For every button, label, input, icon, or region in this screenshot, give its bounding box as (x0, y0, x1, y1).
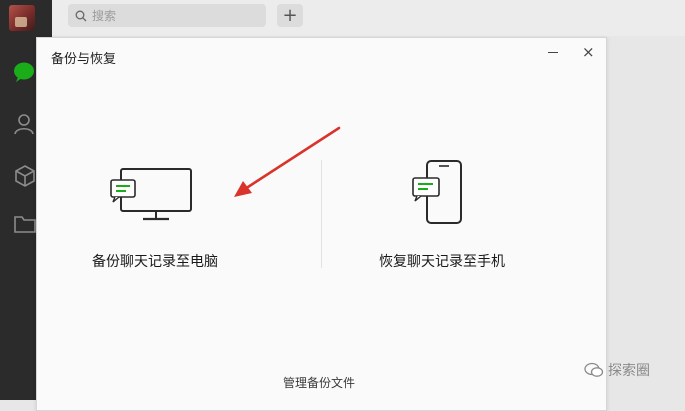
backup-restore-dialog: 备份与恢复 × 备份聊天记录至电脑 恢复聊天记录至手机 管理备份文件 (36, 37, 607, 411)
backup-to-pc-button[interactable]: 备份聊天记录至电脑 (92, 251, 218, 271)
minimize-button[interactable] (548, 52, 558, 53)
phone-chat-icon[interactable] (407, 156, 465, 228)
folder-icon[interactable] (13, 212, 37, 236)
add-button-label: + (282, 4, 298, 26)
search-icon (75, 10, 87, 21)
restore-to-phone-button[interactable]: 恢复聊天记录至手机 (379, 251, 505, 271)
wechat-logo-icon (584, 362, 604, 377)
avatar[interactable] (9, 5, 35, 31)
dialog-title: 备份与恢复 (51, 52, 117, 67)
search-box[interactable] (68, 4, 266, 27)
option-divider (321, 160, 322, 268)
watermark-text: 探索圈 (608, 363, 650, 379)
monitor-chat-icon[interactable] (109, 164, 195, 224)
close-button[interactable]: × (582, 43, 595, 61)
manage-backups-link[interactable]: 管理备份文件 (283, 374, 355, 391)
contacts-icon[interactable] (13, 112, 37, 136)
chat-icon[interactable] (13, 60, 37, 84)
watermark: 探索圈 (584, 360, 650, 380)
add-button[interactable]: + (277, 4, 303, 27)
cube-icon[interactable] (13, 164, 37, 188)
search-input[interactable] (92, 8, 252, 23)
